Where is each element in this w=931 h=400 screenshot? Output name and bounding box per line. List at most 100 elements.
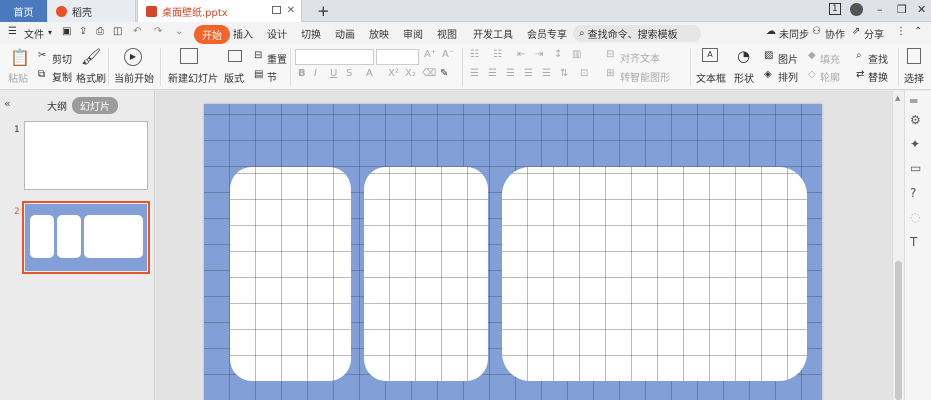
- comment-icon[interactable]: ▭: [910, 161, 921, 175]
- hamburger-icon[interactable]: ☰: [8, 26, 17, 37]
- rounded-rectangle-shape[interactable]: [364, 167, 488, 381]
- font-family-select[interactable]: [295, 49, 374, 65]
- slide-thumbnail-1[interactable]: [24, 121, 148, 190]
- help-icon[interactable]: ?: [910, 186, 916, 200]
- menu-start[interactable]: 开始: [194, 25, 230, 44]
- bold-icon[interactable]: B: [298, 68, 306, 79]
- avatar[interactable]: [850, 3, 863, 16]
- layout-button[interactable]: 版式: [224, 70, 244, 85]
- menu-review[interactable]: 审阅: [403, 26, 423, 41]
- more-icon[interactable]: ⋮: [896, 26, 906, 37]
- shape-button[interactable]: 形状: [734, 70, 754, 85]
- highlight-icon[interactable]: ✎: [440, 68, 448, 79]
- share-button[interactable]: 分享: [864, 26, 884, 41]
- menu-developer[interactable]: 开发工具: [473, 26, 513, 41]
- collapse-panel-icon[interactable]: «: [4, 97, 11, 110]
- preview-icon[interactable]: ◫: [113, 26, 122, 37]
- new-tab-button[interactable]: +: [317, 2, 330, 20]
- fill-button[interactable]: 填充: [820, 51, 840, 66]
- menu-animation[interactable]: 动画: [335, 26, 355, 41]
- customize-icon[interactable]: ⌄: [175, 26, 183, 37]
- subscript-icon[interactable]: X₂: [405, 68, 416, 79]
- menu-transition[interactable]: 切换: [301, 26, 321, 41]
- chevron-down-icon[interactable]: ▾: [48, 28, 52, 37]
- tab-slides[interactable]: 幻灯片: [72, 97, 118, 114]
- font-size-select[interactable]: [376, 49, 419, 65]
- line-spacing-icon[interactable]: ↕: [554, 49, 562, 60]
- tab-outline[interactable]: 大纲: [47, 98, 67, 113]
- grow-font-icon[interactable]: A⁺: [424, 49, 436, 60]
- tab-document[interactable]: 桌面壁纸.pptx ✕: [137, 0, 302, 22]
- font-color-icon[interactable]: A: [366, 68, 373, 79]
- select-button[interactable]: 选择: [904, 70, 924, 85]
- properties-icon[interactable]: ⚙: [910, 113, 921, 127]
- tab-home[interactable]: 首页: [0, 0, 47, 22]
- find-button[interactable]: 查找: [868, 51, 888, 66]
- picture-button[interactable]: 图片: [778, 51, 798, 66]
- align-text-button[interactable]: 对齐文本: [620, 50, 660, 65]
- align-right-icon[interactable]: ☰: [506, 68, 515, 79]
- replace-button[interactable]: 替换: [868, 69, 888, 84]
- align-center-icon[interactable]: ☰: [488, 68, 497, 79]
- vertical-scrollbar[interactable]: ▲: [892, 91, 904, 400]
- align-left-icon[interactable]: ☰: [470, 68, 479, 79]
- new-slide-button[interactable]: 新建幻灯片: [168, 70, 218, 85]
- scroll-up-icon[interactable]: ▲: [895, 94, 900, 102]
- clear-format-icon[interactable]: ⌫: [422, 68, 436, 79]
- paste-icon[interactable]: 📋: [10, 48, 30, 67]
- play-from-current-button[interactable]: 当前开始: [114, 70, 154, 85]
- paste-button[interactable]: 粘贴: [8, 70, 28, 85]
- outline-button[interactable]: 轮廓: [820, 69, 840, 84]
- outdent-icon[interactable]: ⇥: [535, 49, 543, 60]
- save-icon[interactable]: ▣: [62, 26, 71, 37]
- shrink-font-icon[interactable]: A⁻: [442, 49, 454, 60]
- export-icon[interactable]: ⇪: [79, 26, 87, 37]
- restore-button[interactable]: ❐: [897, 3, 907, 16]
- close-window-button[interactable]: ✕: [917, 3, 926, 16]
- rounded-rectangle-shape[interactable]: [502, 167, 807, 381]
- arrange-button[interactable]: 排列: [778, 69, 798, 84]
- sync-status[interactable]: 未同步: [779, 26, 809, 41]
- lightbulb-icon[interactable]: ◌: [910, 210, 920, 224]
- menu-view[interactable]: 视图: [437, 26, 457, 41]
- textbox-button[interactable]: 文本框: [696, 70, 726, 85]
- undo-icon[interactable]: ↶: [133, 26, 141, 37]
- copy-button[interactable]: 复制: [52, 69, 72, 84]
- minimize-button[interactable]: –: [877, 3, 883, 16]
- notification-badge[interactable]: 1: [829, 3, 841, 15]
- slide-thumbnail-2[interactable]: [25, 204, 147, 271]
- scrollbar-thumb[interactable]: [895, 261, 902, 400]
- current-slide[interactable]: [204, 104, 822, 400]
- tab-docer[interactable]: 稻壳: [48, 0, 136, 22]
- format-painter-button[interactable]: 格式刷: [76, 70, 106, 85]
- section-button[interactable]: 节: [267, 69, 277, 84]
- window-mode-icon[interactable]: [272, 6, 281, 14]
- command-search[interactable]: ⌕ 查找命令、搜索模板: [573, 25, 701, 42]
- cut-button[interactable]: 剪切: [52, 51, 72, 66]
- pin-icon[interactable]: ✦: [910, 137, 920, 151]
- menu-insert[interactable]: 插入: [233, 26, 253, 41]
- menu-file[interactable]: 文件: [24, 26, 44, 41]
- text-tool-icon[interactable]: T: [910, 235, 917, 249]
- collapse-ribbon-icon[interactable]: ⌃: [914, 26, 922, 37]
- rounded-rectangle-shape[interactable]: [230, 167, 351, 381]
- menu-design[interactable]: 设计: [267, 26, 287, 41]
- menu-member[interactable]: 会员专享: [527, 26, 567, 41]
- close-tab-icon[interactable]: ✕: [287, 5, 295, 16]
- menu-slideshow[interactable]: 放映: [369, 26, 389, 41]
- collab-button[interactable]: 协作: [825, 26, 845, 41]
- reset-button[interactable]: 重置: [267, 51, 287, 66]
- superscript-icon[interactable]: X²: [388, 68, 399, 79]
- bullets-icon[interactable]: ☷: [470, 49, 479, 60]
- text-box-align-icon[interactable]: ⊡: [580, 68, 588, 79]
- numbering-icon[interactable]: ☷: [493, 49, 502, 60]
- justify-icon[interactable]: ☰: [524, 68, 533, 79]
- text-direction-icon[interactable]: ⇅: [560, 68, 568, 79]
- italic-icon[interactable]: I: [314, 68, 317, 79]
- strikethrough-icon[interactable]: S: [346, 68, 352, 79]
- columns-icon[interactable]: ▥: [572, 49, 581, 60]
- redo-icon[interactable]: ↷: [154, 26, 162, 37]
- smartart-button[interactable]: 转智能图形: [620, 69, 670, 84]
- distribute-icon[interactable]: ☰: [542, 68, 551, 79]
- indent-icon[interactable]: ⇤: [517, 49, 525, 60]
